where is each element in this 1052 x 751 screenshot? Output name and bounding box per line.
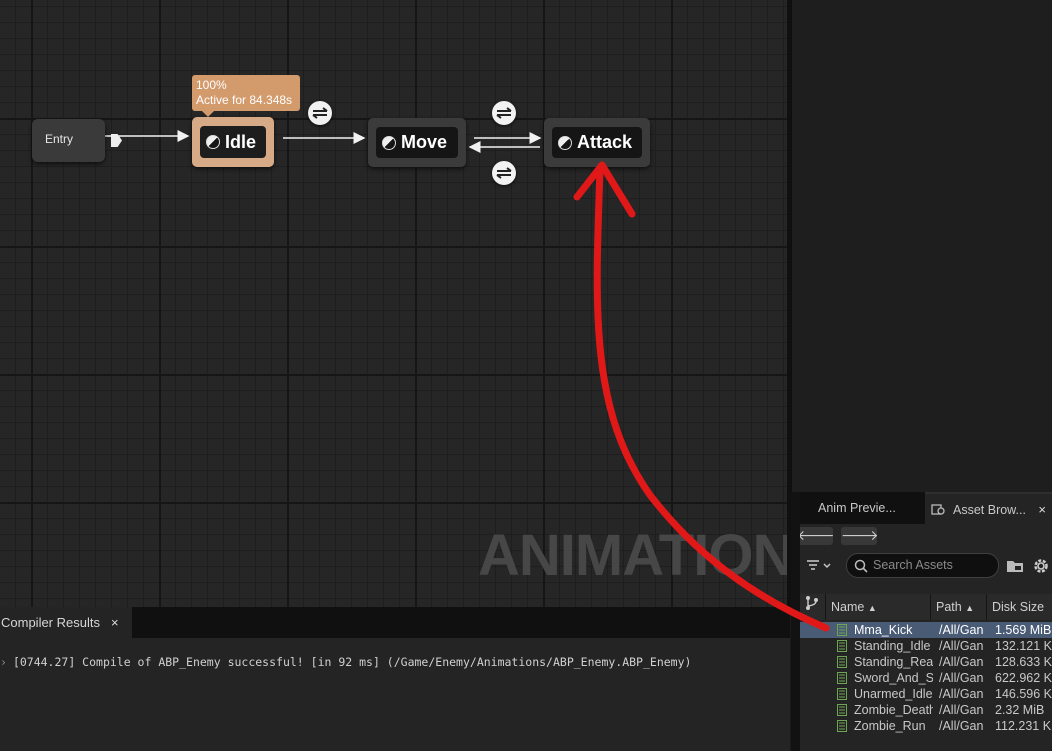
transition-rule-icon[interactable] — [492, 101, 516, 125]
asset-browser-icon — [931, 504, 945, 515]
details-panel — [791, 0, 1052, 492]
tab-bar: Anim Previe... Asset Brow... × — [791, 492, 1052, 524]
asset-disk-size: 1.569 MiB — [995, 623, 1052, 637]
expand-chevron-icon[interactable]: › — [0, 655, 13, 669]
left-edge-strip — [791, 492, 800, 751]
state-node-idle[interactable]: Idle — [192, 117, 274, 167]
sort-asc-icon: ▲ — [965, 603, 975, 613]
asset-path: /All/Gan — [939, 703, 984, 717]
asset-path: /All/Gan — [939, 719, 984, 733]
state-label: Move — [401, 132, 448, 152]
asset-disk-size: 112.231 K — [995, 719, 1052, 733]
state-label: Idle — [225, 131, 257, 152]
tab-compiler-results-label: Compiler Results — [1, 615, 100, 630]
source-control-icon — [806, 596, 818, 610]
asset-path: /All/Gan — [939, 655, 984, 669]
anim-sequence-icon — [837, 672, 847, 684]
graph-watermark: ANIMATION — [478, 523, 790, 588]
compiler-tab-bar: Compiler Results × — [0, 607, 790, 638]
sort-icon: ▲ — [867, 603, 877, 613]
asset-browser-body: 🡐 🡒 Search Assets Name ▲ Path ▲ Disk Siz… — [791, 524, 1052, 751]
entry-node[interactable]: Entry — [32, 119, 122, 162]
asset-name: Unarmed_Idle — [854, 687, 933, 701]
asset-disk-size: 146.596 K — [995, 687, 1052, 701]
column-path-label: Path — [936, 600, 962, 614]
asset-name: Zombie_Death — [854, 703, 933, 717]
compiler-results-panel: Compiler Results × › [0744.27] Compile of… — [0, 607, 790, 751]
folder-icon[interactable] — [1006, 558, 1024, 574]
entry-label: Entry — [45, 132, 74, 146]
anim-sequence-icon — [837, 720, 847, 732]
tab-compiler-results[interactable]: Compiler Results × — [0, 607, 132, 638]
asset-browser-panel: Anim Previe... Asset Brow... × 🡐 🡒 Searc… — [791, 492, 1052, 751]
state-icon — [206, 135, 220, 149]
anim-sequence-icon — [837, 656, 847, 668]
column-disk-size[interactable]: Disk Size — [987, 594, 1052, 620]
table-row[interactable]: Zombie_Death/All/Gan 2.32 MiB — [799, 702, 1052, 718]
anim-sequence-icon — [837, 624, 847, 636]
column-type[interactable] — [799, 594, 826, 620]
state-node-move[interactable]: Move — [368, 118, 466, 167]
table-row[interactable]: Standing_React/All/Gan 128.633 K — [799, 654, 1052, 670]
close-icon[interactable]: × — [1038, 494, 1046, 524]
anim-sequence-icon — [837, 704, 847, 716]
asset-disk-size: 128.633 K — [995, 655, 1052, 669]
asset-name: Standing_Idle — [854, 639, 931, 653]
asset-name: Mma_Kick — [854, 623, 913, 637]
table-row[interactable]: Zombie_Run/All/Gan 112.231 K — [799, 718, 1052, 734]
compiler-message-text: [0744.27] Compile of ABP_Enemy successfu… — [12, 655, 692, 669]
state-icon — [382, 135, 396, 150]
tab-asset-browser[interactable]: Asset Brow... × — [925, 492, 1052, 524]
table-row[interactable]: Sword_And_S/All/Gan 622.962 K — [799, 670, 1052, 686]
asset-disk-size: 622.962 K — [995, 671, 1052, 685]
table-row[interactable]: Mma_Kick/All/Gan 1.569 MiB — [799, 622, 1052, 638]
transition-rule-icon[interactable] — [492, 161, 516, 185]
tab-asset-browser-label: Asset Brow... — [953, 503, 1026, 517]
forward-button[interactable]: 🡒 — [841, 527, 879, 545]
asset-path: /All/Gan — [939, 687, 984, 701]
asset-disk-size: 132.121 K — [995, 639, 1052, 653]
state-icon — [558, 135, 572, 150]
asset-disk-size: 2.32 MiB — [995, 703, 1045, 717]
asset-name: Zombie_Run — [854, 719, 926, 733]
tooltip-active-time: Active for 84.348s — [196, 93, 293, 107]
anim-sequence-icon — [837, 640, 847, 652]
asset-name: Sword_And_S — [854, 671, 933, 685]
asset-path: /All/Gan — [939, 639, 984, 653]
close-icon[interactable]: × — [111, 607, 119, 638]
tab-anim-preview[interactable]: Anim Previe... — [793, 492, 923, 524]
tooltip-weight: 100% — [196, 78, 227, 92]
compiler-message[interactable]: › [0744.27] Compile of ABP_Enemy successf… — [0, 655, 691, 669]
filter-icon — [807, 560, 831, 570]
asset-path: /All/Gan — [939, 623, 984, 637]
table-row[interactable]: Standing_Idle/All/Gan 132.121 K — [799, 638, 1052, 654]
back-button[interactable]: 🡐 — [797, 527, 835, 545]
search-icon — [854, 559, 868, 573]
search-placeholder: Search Assets — [873, 558, 953, 572]
transition-wires — [105, 130, 542, 153]
asset-name: Standing_React — [854, 655, 933, 669]
gear-icon[interactable] — [1032, 557, 1050, 575]
compiler-log: › [0744.27] Compile of ABP_Enemy successf… — [0, 638, 790, 751]
search-input[interactable]: Search Assets — [846, 553, 999, 578]
filter-button[interactable] — [805, 558, 839, 578]
column-name-label: Name — [831, 600, 865, 614]
column-name[interactable]: Name ▲ — [826, 594, 931, 620]
anim-graph-canvas[interactable]: Entry 100% Active for 84.348s Idle Move … — [0, 0, 790, 607]
anim-sequence-icon — [837, 688, 847, 700]
active-state-tooltip: 100% Active for 84.348s — [192, 75, 300, 117]
column-path[interactable]: Path ▲ — [931, 594, 987, 620]
table-header: Name ▲ Path ▲ Disk Size — [799, 594, 1052, 620]
state-node-attack[interactable]: Attack — [544, 118, 650, 167]
transition-rule-icon[interactable] — [308, 101, 332, 125]
state-label: Attack — [577, 132, 633, 152]
table-row[interactable]: Unarmed_Idle/All/Gan 146.596 K — [799, 686, 1052, 702]
asset-path: /All/Gan — [939, 671, 984, 685]
